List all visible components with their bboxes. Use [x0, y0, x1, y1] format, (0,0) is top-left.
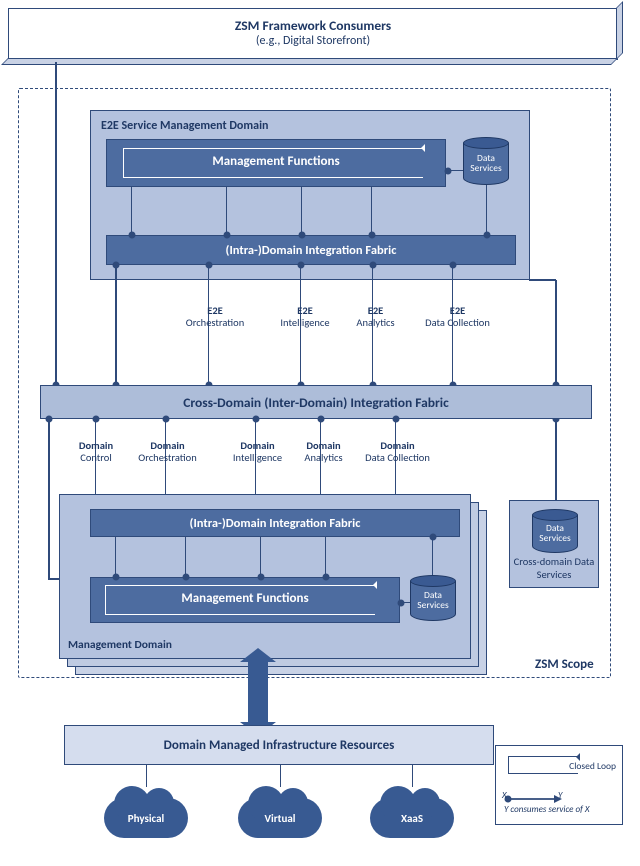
cloud-physical: Physical	[104, 798, 188, 838]
cross-ds-db-label: Data Services	[533, 524, 577, 544]
cloud-xaas: XaaS	[370, 798, 454, 838]
cloud-physical-label: Physical	[128, 812, 164, 825]
e2e-analytics-label: E2EAnalytics	[348, 305, 403, 328]
e2e-intel-label: E2EIntelligence	[275, 305, 335, 328]
legend-consume-label: Y consumes service of X	[504, 804, 616, 815]
cross-domain-fabric: Cross-Domain (Inter-Domain) Integration …	[40, 385, 592, 419]
dom-orch-label: DomainOrchestration	[130, 440, 205, 463]
cloud-virtual-label: Virtual	[265, 812, 296, 825]
mgmt-closed-loop-icon	[105, 585, 375, 615]
management-domain-box: (Intra-)Domain Integration Fabric Manage…	[59, 494, 471, 659]
consumers-title: ZSM Framework Consumers	[9, 9, 617, 34]
e2e-data-services-db: Data Services	[463, 137, 509, 185]
mgmt-functions: Management Functions	[90, 577, 400, 623]
dom-analytics-label: DomainAnalytics	[296, 440, 351, 463]
e2e-ds-label: Data Services	[464, 154, 508, 174]
cloud-virtual: Virtual	[238, 798, 322, 838]
legend-loop-icon	[508, 756, 578, 774]
mgmt-data-services-db: Data Services	[410, 575, 456, 621]
consumers-box: ZSM Framework Consumers (e.g., Digital S…	[8, 8, 618, 60]
cross-ds-db: Data Services	[532, 509, 578, 553]
mgmt-fabric-label: (Intra-)Domain Integration Fabric	[190, 516, 361, 531]
mgmt-to-infra-arrow	[248, 662, 268, 722]
legend-x: X	[502, 790, 507, 801]
cloud-xaas-label: XaaS	[401, 812, 423, 825]
cross-ds-title: Cross-domain Data Services	[510, 555, 598, 581]
mgmt-domain-title: Management Domain	[68, 638, 172, 652]
mgmt-integration-fabric: (Intra-)Domain Integration Fabric	[90, 509, 460, 537]
dom-datacol-label: DomainData Collection	[355, 440, 440, 463]
dom-control-label: DomainControl	[72, 440, 120, 463]
consumers-subtitle: (e.g., Digital Storefront)	[9, 34, 617, 48]
e2e-fabric-label: (Intra-)Domain Integration Fabric	[226, 243, 397, 258]
cross-fabric-label: Cross-Domain (Inter-Domain) Integration …	[183, 394, 449, 411]
e2e-domain-title: E2E Service Management Domain	[101, 119, 268, 133]
e2e-management-functions: Management Functions	[106, 139, 446, 187]
e2e-closed-loop-icon	[123, 148, 423, 178]
e2e-orch-label: E2EOrchestration	[185, 305, 245, 328]
mgmt-ds-label: Data Services	[411, 591, 455, 611]
infrastructure-resources-box: Domain Managed Infrastructure Resources	[64, 725, 494, 765]
zsm-scope-label: ZSM Scope	[535, 658, 594, 672]
e2e-datacol-label: E2EData Collection	[415, 305, 500, 328]
e2e-integration-fabric: (Intra-)Domain Integration Fabric	[106, 235, 516, 265]
legend-box: Closed Loop Y consumes service of X X Y	[495, 745, 623, 825]
infra-label: Domain Managed Infrastructure Resources	[164, 738, 395, 753]
dom-intel-label: DomainIntelligence	[225, 440, 290, 463]
cross-domain-data-services-box: Data Services Cross-domain Data Services	[509, 500, 599, 588]
e2e-domain-box: E2E Service Management Domain Management…	[90, 110, 530, 280]
legend-y: Y	[558, 790, 562, 801]
legend-loop-label: Closed Loop	[569, 760, 616, 772]
